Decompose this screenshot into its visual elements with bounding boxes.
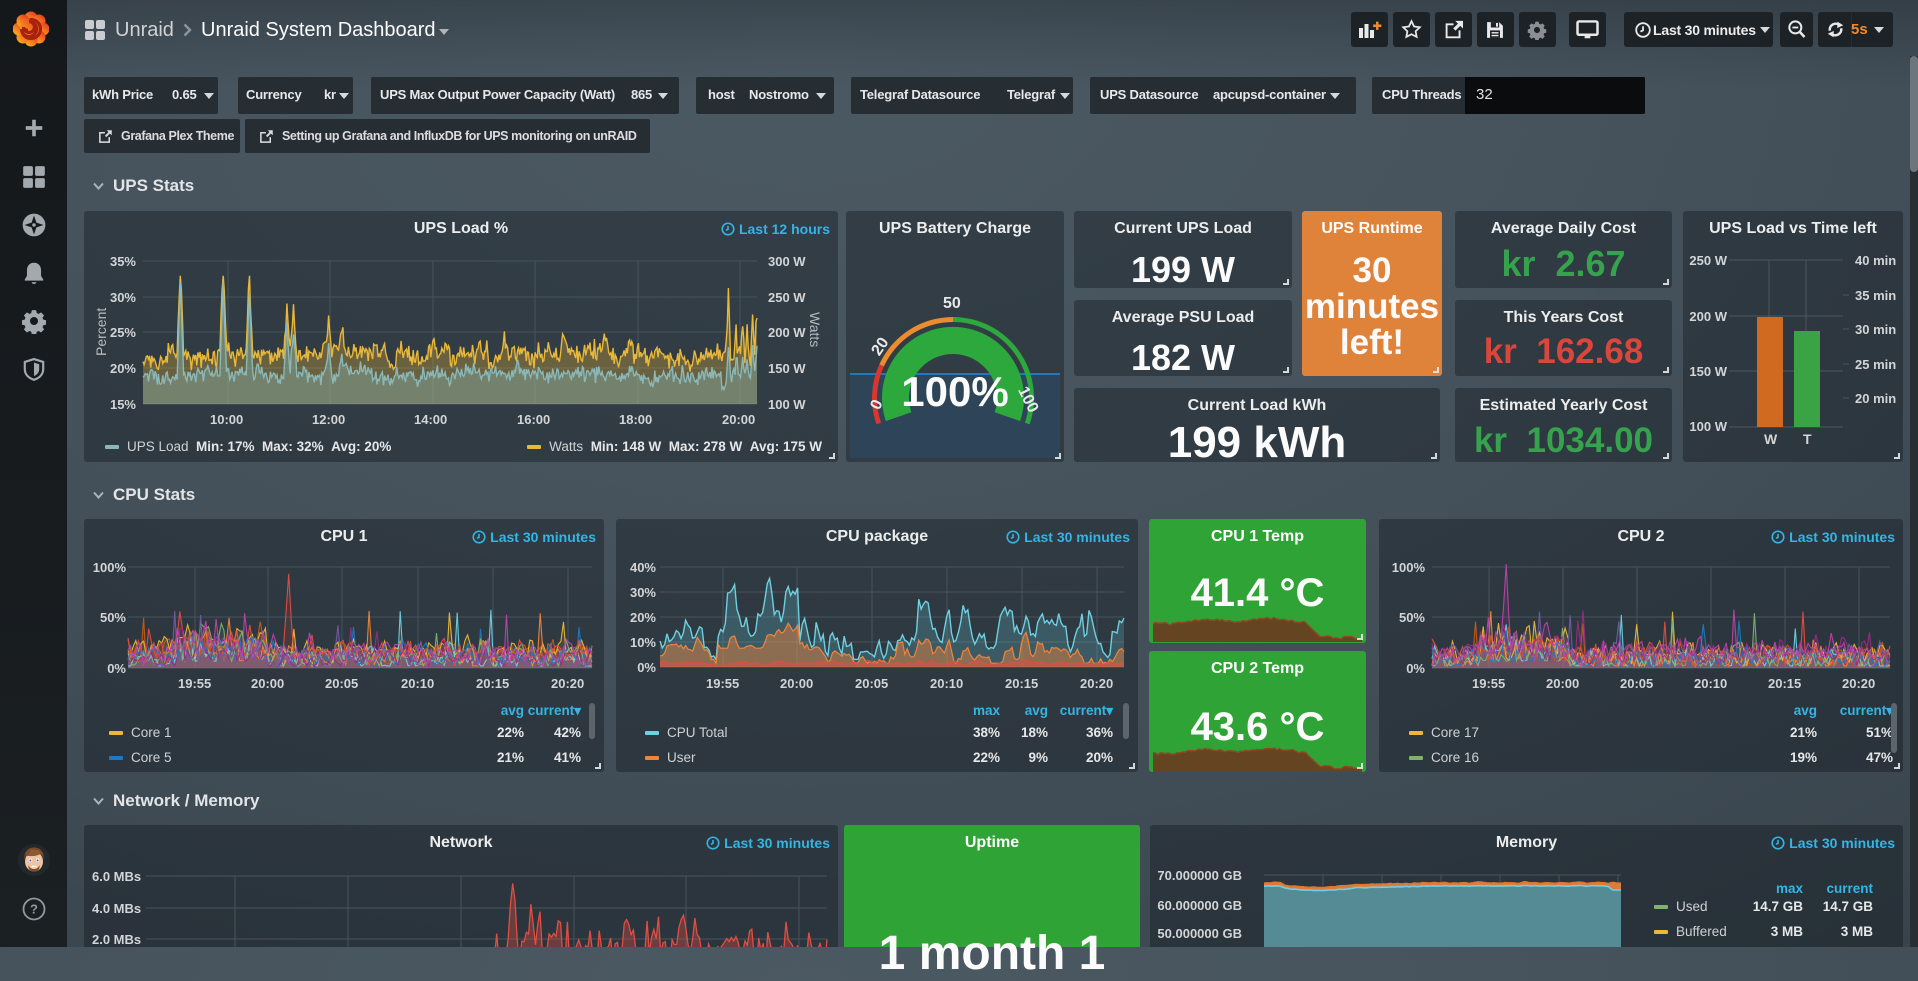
svg-text:?: ? <box>30 902 38 917</box>
